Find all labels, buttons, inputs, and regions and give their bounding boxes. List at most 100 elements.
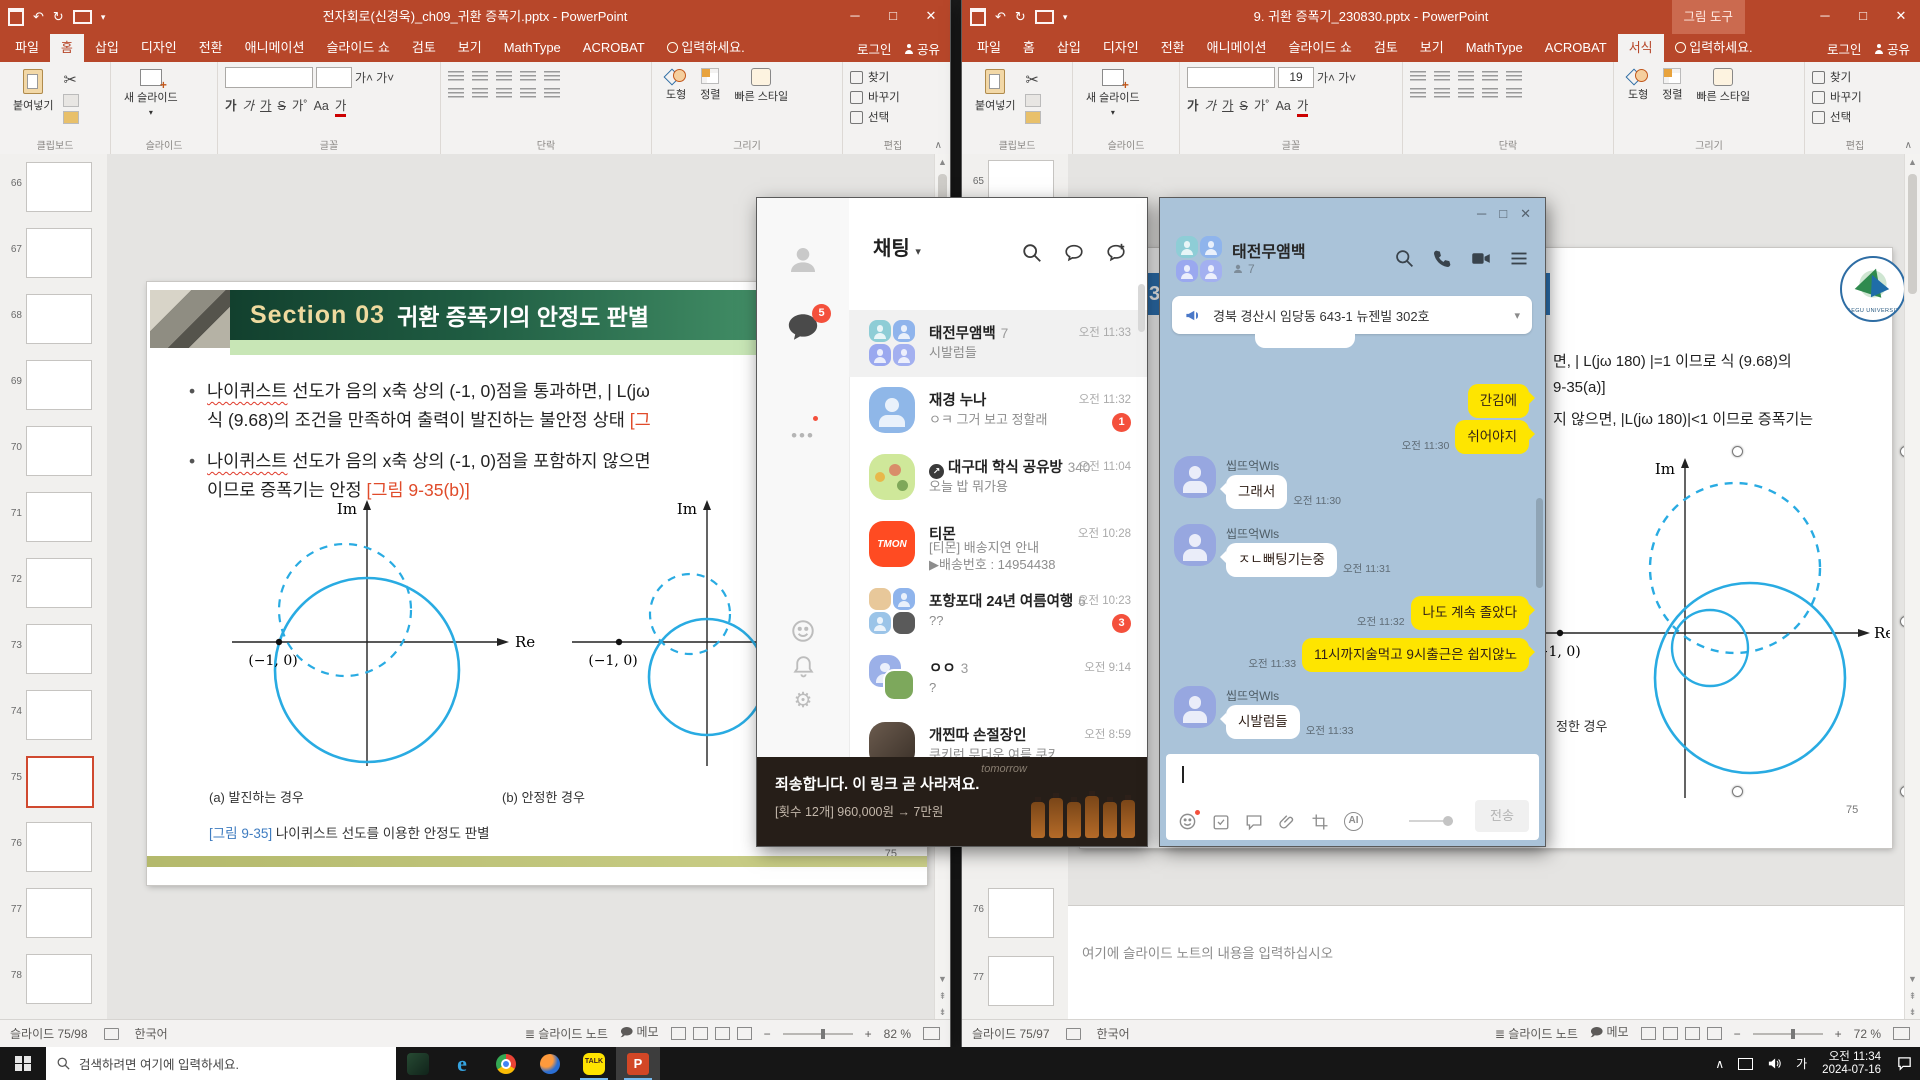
font-color-button[interactable]: 가: [1297, 95, 1309, 117]
replace-button[interactable]: 바꾸기: [1812, 89, 1898, 105]
fit-to-window-icon[interactable]: [1893, 1027, 1910, 1040]
tab-slideshow[interactable]: 슬라이드 쇼: [1277, 34, 1362, 62]
action-center-icon[interactable]: [1889, 1047, 1920, 1080]
bold-button[interactable]: 가: [1187, 95, 1199, 114]
close-button[interactable]: ✕: [1520, 206, 1531, 222]
new-chat-icon[interactable]: [1105, 242, 1127, 264]
zoom-level[interactable]: 82 %: [884, 1027, 911, 1041]
ribbon-collapse-icon[interactable]: ∧: [935, 140, 942, 151]
normal-view-icon[interactable]: [1641, 1027, 1656, 1040]
proofing-icon[interactable]: [1066, 1028, 1081, 1040]
justify-icon[interactable]: [520, 88, 536, 99]
shadow-button[interactable]: 가˚: [1254, 95, 1270, 114]
tab-picture-format[interactable]: 서식: [1618, 34, 1664, 62]
font-size-box[interactable]: [316, 67, 352, 88]
shrink-font-icon[interactable]: 가˅: [376, 69, 394, 86]
indent-decrease-icon[interactable]: [1458, 71, 1474, 82]
undo-icon[interactable]: ↶: [995, 9, 1006, 25]
reading-view-icon[interactable]: [1685, 1027, 1700, 1040]
select-button[interactable]: 선택: [1812, 109, 1898, 125]
underline-button[interactable]: 가: [260, 95, 272, 114]
tab-mathtype[interactable]: MathType: [493, 34, 572, 62]
tab-file[interactable]: 파일: [966, 34, 1012, 62]
tab-home[interactable]: 홈: [50, 34, 84, 62]
bold-button[interactable]: 가: [225, 95, 237, 114]
sender-avatar[interactable]: [1174, 456, 1216, 498]
scroll-down-icon[interactable]: ▼: [1905, 974, 1920, 984]
memo-toggle[interactable]: 🗩 메모: [1590, 1023, 1629, 1044]
slideshow-view-icon[interactable]: [737, 1027, 752, 1040]
shapes-button[interactable]: 도형: [659, 67, 693, 105]
sender-avatar[interactable]: [1174, 524, 1216, 566]
emoticon-icon[interactable]: [1178, 812, 1197, 831]
tab-design[interactable]: 디자인: [130, 34, 188, 62]
maximize-button[interactable]: □: [874, 0, 912, 34]
selection-handle[interactable]: [1732, 786, 1743, 797]
slide-thumbnail[interactable]: [26, 624, 92, 674]
close-button[interactable]: ✕: [1882, 0, 1920, 34]
maximize-button[interactable]: □: [1844, 0, 1882, 34]
tab-review[interactable]: 검토: [1363, 34, 1409, 62]
underline-button[interactable]: 가: [1222, 95, 1234, 114]
shrink-font-icon[interactable]: 가˅: [1338, 69, 1356, 86]
schedule-icon[interactable]: [1212, 813, 1230, 831]
slideshow-icon[interactable]: [73, 10, 92, 24]
find-button[interactable]: 찾기: [1812, 69, 1898, 85]
tab-animations[interactable]: 애니메이션: [234, 34, 316, 62]
ai-assistant-icon[interactable]: AI: [1344, 812, 1363, 831]
slide-thumbnail-selected[interactable]: [26, 756, 94, 808]
view-switcher[interactable]: [671, 1027, 752, 1040]
scrollbar-thumb[interactable]: [1138, 284, 1145, 332]
zoom-slider[interactable]: [1753, 1033, 1823, 1035]
copy-icon[interactable]: [1025, 94, 1041, 107]
indent-decrease-icon[interactable]: [496, 71, 512, 82]
chevron-down-icon[interactable]: ▾: [1514, 309, 1520, 322]
tab-home[interactable]: 홈: [1012, 34, 1046, 62]
language-indicator[interactable]: 한국어: [135, 1025, 168, 1042]
tab-slideshow[interactable]: 슬라이드 쇼: [315, 34, 400, 62]
strikethrough-button[interactable]: S: [1240, 99, 1248, 113]
grow-font-icon[interactable]: 가˄: [1317, 69, 1335, 86]
login-button[interactable]: 로그인: [857, 39, 892, 58]
tab-acrobat[interactable]: ACROBAT: [1534, 34, 1618, 62]
taskbar-app-icon[interactable]: [396, 1047, 440, 1080]
notes-toggle[interactable]: ≣ 슬라이드 노트: [1495, 1025, 1578, 1042]
slide-thumbnail[interactable]: [26, 690, 92, 740]
font-name-box[interactable]: [225, 67, 313, 88]
fit-to-window-icon[interactable]: [923, 1027, 940, 1040]
proofing-icon[interactable]: [104, 1028, 119, 1040]
arrange-button[interactable]: 정렬: [1655, 67, 1689, 105]
taskbar-search-box[interactable]: 검색하려면 여기에 입력하세요.: [46, 1047, 396, 1080]
save-icon[interactable]: [8, 8, 24, 26]
share-button[interactable]: 공유: [1874, 39, 1911, 58]
indent-increase-icon[interactable]: [520, 71, 536, 82]
slide-thumbnail[interactable]: [26, 888, 92, 938]
zoom-out-button[interactable]: −: [1734, 1027, 1741, 1041]
slideshow-icon[interactable]: [1035, 10, 1054, 24]
tab-insert[interactable]: 삽입: [1046, 34, 1092, 62]
sender-avatar[interactable]: [1174, 686, 1216, 728]
memo-toggle[interactable]: 🗩 메모: [620, 1023, 659, 1044]
quick-access-toolbar[interactable]: ↶ ↻ ▾: [8, 0, 105, 34]
tab-animations[interactable]: 애니메이션: [1196, 34, 1278, 62]
font-size-box[interactable]: 19: [1278, 67, 1314, 88]
case-button[interactable]: Aa: [314, 99, 329, 113]
slide-thumbnail[interactable]: [26, 492, 92, 542]
chat-list-item[interactable]: ㅇㅇ3 ? 오전 9:14: [849, 645, 1147, 712]
scrollbar-thumb[interactable]: [1908, 174, 1917, 294]
close-button[interactable]: ✕: [912, 0, 950, 34]
capture-icon[interactable]: [1311, 813, 1329, 831]
tab-view[interactable]: 보기: [1409, 34, 1455, 62]
tellme-box[interactable]: 입력하세요.: [656, 34, 756, 62]
quick-styles-button[interactable]: 빠른 스타일: [1690, 67, 1758, 105]
tellme-box[interactable]: 입력하세요.: [1664, 34, 1764, 62]
slide-thumbnail[interactable]: [26, 822, 92, 872]
selection-handle[interactable]: [1732, 446, 1743, 457]
save-icon[interactable]: [970, 8, 986, 26]
italic-button[interactable]: 가: [243, 95, 255, 114]
scroll-down-icon[interactable]: ▼: [935, 974, 950, 984]
hidden-icons-chevron[interactable]: ∧: [1708, 1047, 1731, 1080]
normal-view-icon[interactable]: [671, 1027, 686, 1040]
ad-banner[interactable]: 죄송합니다. 이 링크 곧 사라져요. [횟수 12개] 960,000원 → …: [757, 757, 1147, 846]
indent-increase-icon[interactable]: [1482, 71, 1498, 82]
